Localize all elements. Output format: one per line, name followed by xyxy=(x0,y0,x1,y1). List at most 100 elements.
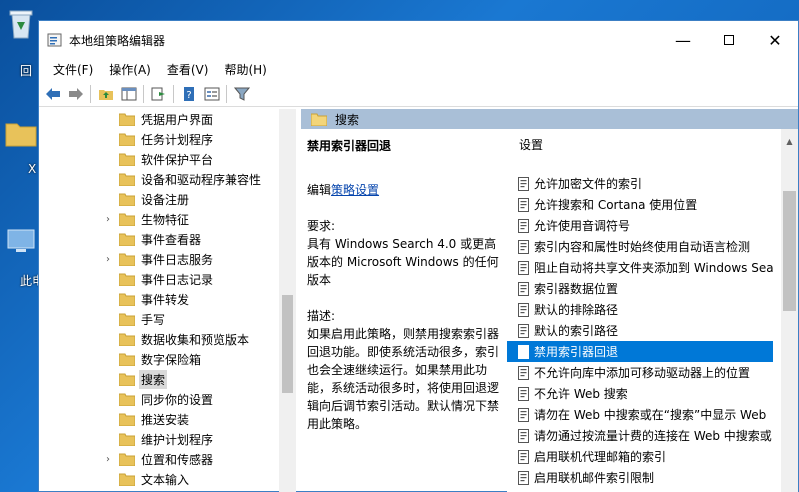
tree-item-label: 设备注册 xyxy=(141,192,190,207)
tree-item[interactable]: 任务计划程序 xyxy=(39,129,279,149)
policy-setting-icon xyxy=(518,344,529,359)
list-scrollbar[interactable]: ▲ xyxy=(781,129,798,492)
policy-row-label: 默认的排除路径 xyxy=(534,303,619,317)
recycle-bin-desktop-icon[interactable]: 回 xyxy=(0,6,38,78)
svg-text:?: ? xyxy=(186,90,191,101)
tree-item[interactable]: › 事件日志服务 xyxy=(39,249,279,269)
menu-action[interactable]: 操作(A) xyxy=(101,59,159,81)
description-label: 描述: xyxy=(307,309,336,323)
tree-item[interactable]: › 生物特征 xyxy=(39,209,279,229)
policy-row[interactable]: 不允许 Web 搜索 xyxy=(507,383,773,404)
minimize-button[interactable]: — xyxy=(660,21,706,59)
policy-title: 禁用索引器回退 xyxy=(307,139,392,153)
policy-row[interactable]: 请勿通过按流量计费的连接在 Web 中搜索或 xyxy=(507,425,773,446)
policy-row[interactable]: 索引内容和属性时始终使用自动语言检测 xyxy=(507,236,773,257)
tree-item[interactable]: 事件日志记录 xyxy=(39,269,279,289)
policy-row[interactable]: 默认的排除路径 xyxy=(507,299,773,320)
tree-item[interactable]: 凭据用户界面 xyxy=(39,109,279,129)
export-list-button[interactable] xyxy=(147,83,170,105)
policy-setting-icon xyxy=(518,260,529,275)
policy-row[interactable]: 不允许向库中添加可移动驱动器上的位置 xyxy=(507,362,773,383)
policy-row-label: 请勿通过按流量计费的连接在 Web 中搜索或 xyxy=(534,429,772,443)
properties-button[interactable] xyxy=(200,83,223,105)
policy-row[interactable]: 禁用索引器回退 xyxy=(507,341,773,362)
expand-chevron-icon[interactable]: › xyxy=(103,454,113,465)
tree-item[interactable]: 设备和驱动程序兼容性 xyxy=(39,169,279,189)
maximize-button[interactable] xyxy=(706,21,752,59)
edit-prefix: 编辑 xyxy=(307,183,332,197)
policy-row[interactable]: 启用联机代理邮箱的索引 xyxy=(507,446,773,467)
edit-policy-line: 编辑策略设置 xyxy=(307,181,501,199)
policy-setting-icon xyxy=(518,449,529,464)
computer-icon xyxy=(7,229,35,252)
tree-item-label: 搜索 xyxy=(139,369,168,389)
folder-icon xyxy=(119,373,135,386)
console-tree[interactable]: 凭据用户界面任务计划程序软件保护平台设备和驱动程序兼容性设备注册 › 生物特征事件查… xyxy=(39,109,295,492)
policy-row[interactable]: 请勿在 Web 中搜索或在“搜索”中显示 Web xyxy=(507,404,773,425)
policy-row[interactable]: 阻止为某些文件类型建立索引 xyxy=(507,488,773,492)
tree-item[interactable]: 同步你的设置 xyxy=(39,389,279,409)
list-column-header[interactable]: 设置 xyxy=(507,129,798,157)
tree-item-label: 凭据用户界面 xyxy=(141,112,214,127)
tree-item[interactable]: 事件查看器 xyxy=(39,229,279,249)
forward-button[interactable] xyxy=(64,83,87,105)
scroll-up-icon[interactable]: ▲ xyxy=(781,137,798,146)
properties-icon xyxy=(204,87,219,100)
tree-item-label: 推送安装 xyxy=(141,412,190,427)
folder-icon xyxy=(119,313,135,326)
tree-item[interactable]: 数据收集和预览版本 xyxy=(39,329,279,349)
tree-item-label: 软件保护平台 xyxy=(141,152,214,167)
up-folder-icon xyxy=(98,89,113,100)
policy-row[interactable]: 允许加密文件的索引 xyxy=(507,173,773,194)
policy-row[interactable]: 允许搜索和 Cortana 使用位置 xyxy=(507,194,773,215)
expand-chevron-icon[interactable]: › xyxy=(103,214,113,225)
tree-scrollbar[interactable] xyxy=(279,109,296,492)
tree-item[interactable]: 事件转发 xyxy=(39,289,279,309)
expand-chevron-icon[interactable]: › xyxy=(103,254,113,265)
recycle-bin-icon xyxy=(9,10,33,39)
menu-view[interactable]: 查看(V) xyxy=(159,59,217,81)
tree-item[interactable]: 维护计划程序 xyxy=(39,429,279,449)
policy-row[interactable]: 允许使用音调符号 xyxy=(507,215,773,236)
folder-icon xyxy=(119,213,135,226)
policy-row[interactable]: 索引器数据位置 xyxy=(507,278,773,299)
back-button[interactable] xyxy=(41,83,64,105)
folder-desktop-icon[interactable]: X xyxy=(0,116,38,176)
list-scrollbar-thumb[interactable] xyxy=(783,191,796,311)
title-bar[interactable]: 本地组策略编辑器 — ✕ xyxy=(39,21,798,59)
folder-icon xyxy=(119,453,135,466)
tree-item-label: 数字保险箱 xyxy=(141,352,202,367)
tree-item[interactable]: 软件保护平台 xyxy=(39,149,279,169)
menu-file[interactable]: 文件(F) xyxy=(45,59,101,81)
policy-row[interactable]: 阻止自动将共享文件夹添加到 Windows Sea xyxy=(507,257,773,278)
minimize-icon: — xyxy=(675,30,691,50)
policy-setting-icon xyxy=(518,470,529,485)
folder-label: X xyxy=(28,162,37,176)
tree-item[interactable]: 搜索 xyxy=(39,369,279,389)
tree-item[interactable]: 数字保险箱 xyxy=(39,349,279,369)
tree-item[interactable]: 推送安装 xyxy=(39,409,279,429)
tree-item[interactable]: › 位置和传感器 xyxy=(39,449,279,469)
up-folder-button[interactable] xyxy=(94,83,117,105)
tree-scrollbar-thumb[interactable] xyxy=(282,295,293,393)
policy-row[interactable]: 默认的索引路径 xyxy=(507,320,773,341)
details-header-title: 搜索 xyxy=(335,112,360,127)
forward-arrow-icon xyxy=(68,87,83,100)
menu-bar: 文件(F) 操作(A) 查看(V) 帮助(H) xyxy=(39,59,798,81)
filter-button[interactable] xyxy=(230,83,253,105)
policy-row-label: 启用联机邮件索引限制 xyxy=(534,471,655,485)
export-list-icon xyxy=(151,87,165,100)
policy-row[interactable]: 启用联机邮件索引限制 xyxy=(507,467,773,488)
tree-item[interactable]: 设备注册 xyxy=(39,189,279,209)
tree-item-label: 生物特征 xyxy=(141,212,190,227)
this-pc-desktop-icon[interactable]: 此电 xyxy=(0,224,44,288)
menu-help[interactable]: 帮助(H) xyxy=(216,59,274,81)
policy-settings-link[interactable]: 策略设置 xyxy=(331,183,379,197)
folder-icon xyxy=(119,393,135,406)
close-button[interactable]: ✕ xyxy=(752,21,798,59)
show-hide-tree-button[interactable] xyxy=(117,83,140,105)
help-button[interactable]: ? xyxy=(177,83,200,105)
back-arrow-icon xyxy=(45,87,60,100)
tree-item[interactable]: 手写 xyxy=(39,309,279,329)
tree-item[interactable]: 文本输入 xyxy=(39,469,279,489)
